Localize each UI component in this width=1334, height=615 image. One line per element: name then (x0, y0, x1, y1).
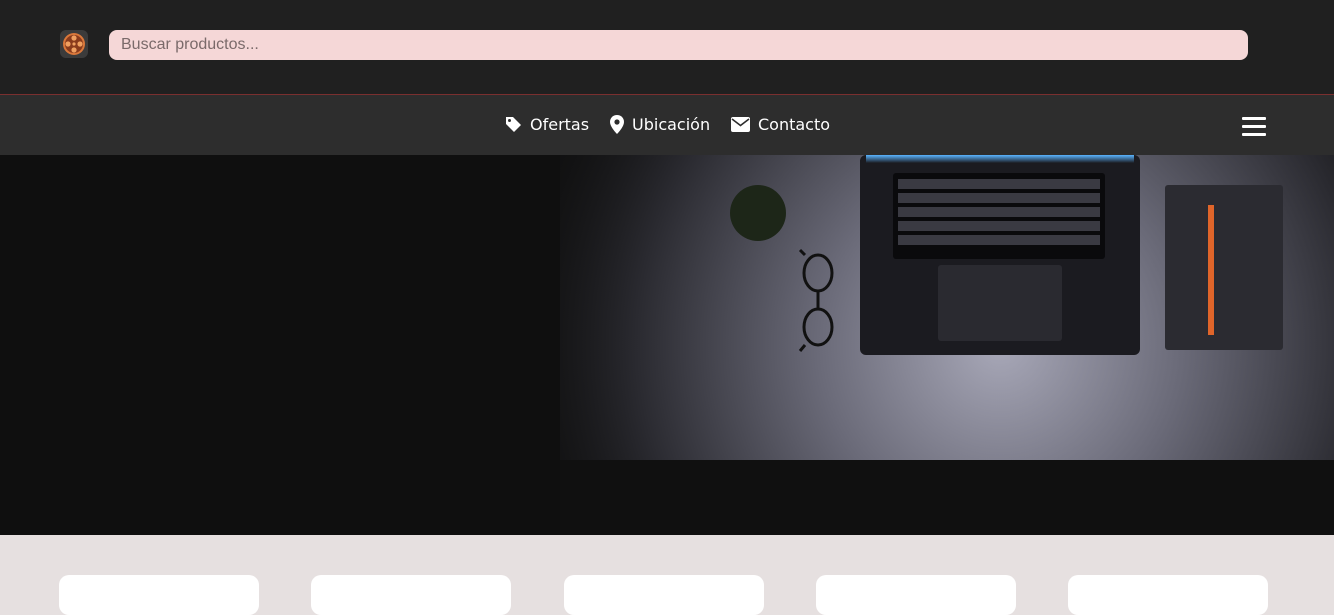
tag-icon (506, 117, 521, 132)
nav-label-ubicacion: Ubicación (632, 115, 711, 134)
product-card[interactable] (59, 575, 259, 615)
envelope-icon (731, 117, 750, 132)
logo-icon[interactable] (60, 30, 88, 58)
nav-item-contacto[interactable]: Contacto (731, 115, 830, 134)
top-header (0, 0, 1334, 95)
hero-photo-laptop (0, 155, 1334, 535)
product-card[interactable] (311, 575, 511, 615)
map-pin-icon (610, 115, 624, 134)
nav-label-contacto: Contacto (758, 115, 831, 134)
nav-label-ofertas: Ofertas (530, 115, 590, 134)
search-input[interactable] (109, 30, 1248, 60)
hamburger-menu-icon[interactable] (1240, 113, 1268, 141)
product-card[interactable] (564, 575, 764, 615)
product-card[interactable] (1068, 575, 1268, 615)
main-nav: Ofertas Ubicación Contacto (0, 95, 1334, 155)
hero-banner (0, 155, 1334, 535)
nav-item-ofertas[interactable]: Ofertas (505, 115, 589, 134)
nav-item-ubicacion[interactable]: Ubicación (610, 115, 710, 134)
product-card[interactable] (816, 575, 1016, 615)
